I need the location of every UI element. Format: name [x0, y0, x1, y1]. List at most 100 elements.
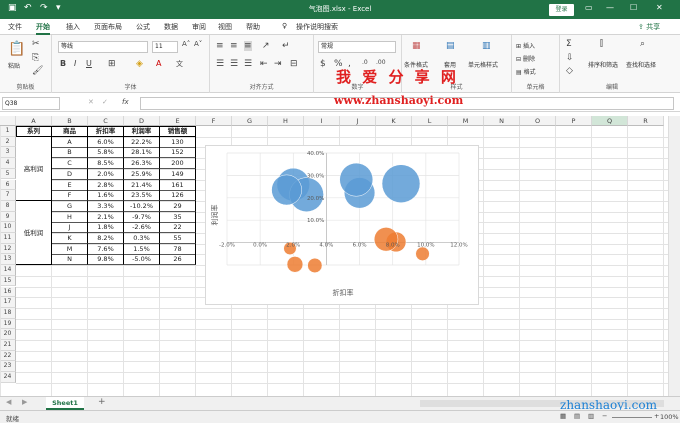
normal-view-icon[interactable]: ▦: [560, 412, 566, 420]
zoom-out-icon[interactable]: −: [602, 412, 607, 420]
table-cell[interactable]: -2.6%: [124, 222, 160, 234]
sort-filter-icon[interactable]: ⫿: [600, 39, 603, 49]
row-header[interactable]: 22: [0, 350, 16, 362]
format-table-icon[interactable]: ▤: [446, 41, 455, 51]
column-header[interactable]: L: [412, 116, 448, 126]
table-cell[interactable]: 26.3%: [124, 158, 160, 170]
table-cell[interactable]: -5.0%: [124, 254, 160, 266]
conditional-format-icon[interactable]: ▦: [412, 41, 421, 51]
table-cell[interactable]: 25.9%: [124, 168, 160, 180]
table-header-cell[interactable]: 销售额: [160, 126, 196, 137]
table-cell[interactable]: -10.2%: [124, 200, 160, 212]
ribbon-display-icon[interactable]: ▭: [585, 3, 593, 12]
decrease-indent-icon[interactable]: ⇤: [260, 59, 268, 69]
table-header-cell[interactable]: 折扣率: [88, 126, 124, 137]
delete-cells-button[interactable]: ⊟ 删除: [516, 54, 535, 63]
column-header[interactable]: C: [88, 116, 124, 126]
column-header[interactable]: P: [556, 116, 592, 126]
table-cell[interactable]: 3.3%: [88, 200, 124, 212]
paste-icon[interactable]: 📋: [8, 41, 25, 57]
table-cell[interactable]: 9.8%: [88, 254, 124, 266]
align-right-icon[interactable]: ☰: [244, 59, 252, 69]
column-header[interactable]: A: [16, 116, 52, 126]
table-cell[interactable]: A: [52, 136, 88, 148]
table-cell[interactable]: F: [52, 190, 88, 202]
enter-icon[interactable]: ✓: [102, 98, 108, 106]
table-cell[interactable]: 0.3%: [124, 233, 160, 244]
tab-review[interactable]: 审阅: [192, 22, 206, 32]
maximize-icon[interactable]: ☐: [630, 3, 637, 12]
table-cell[interactable]: 200: [160, 158, 196, 170]
table-cell[interactable]: 2.1%: [88, 211, 124, 223]
tab-insert[interactable]: 插入: [66, 22, 80, 32]
sheet-tab-sheet1[interactable]: Sheet1: [46, 397, 84, 410]
cut-icon[interactable]: ✂: [32, 39, 40, 49]
table-cell[interactable]: B: [52, 147, 88, 159]
font-size-select[interactable]: 11: [152, 41, 178, 53]
series-group-cell[interactable]: 高利润: [16, 136, 52, 201]
row-header[interactable]: 16: [0, 286, 16, 298]
table-header-cell[interactable]: 系列: [16, 126, 52, 137]
column-header[interactable]: O: [520, 116, 556, 126]
wrap-text-icon[interactable]: ↵: [282, 41, 290, 51]
column-header[interactable]: H: [268, 116, 304, 126]
find-select-button[interactable]: 查找和选择: [626, 60, 656, 69]
table-cell[interactable]: 23.5%: [124, 190, 160, 202]
tab-data[interactable]: 数据: [164, 22, 178, 32]
row-header[interactable]: 13: [0, 254, 16, 266]
row-header[interactable]: 15: [0, 275, 16, 287]
cancel-icon[interactable]: ✕: [88, 98, 94, 106]
column-header[interactable]: J: [340, 116, 376, 126]
table-cell[interactable]: 1.5%: [124, 243, 160, 255]
currency-icon[interactable]: $: [320, 59, 326, 69]
table-cell[interactable]: 2.8%: [88, 179, 124, 191]
table-cell[interactable]: 22.2%: [124, 136, 160, 148]
table-cell[interactable]: 21.4%: [124, 179, 160, 191]
column-header[interactable]: F: [196, 116, 232, 126]
merge-center-icon[interactable]: ⊟: [290, 59, 298, 69]
row-header[interactable]: 12: [0, 243, 16, 255]
insert-cells-button[interactable]: ⊞ 插入: [516, 41, 535, 50]
increase-decimal-icon[interactable]: .0: [362, 59, 368, 66]
clear-icon[interactable]: ◇: [566, 66, 573, 76]
table-cell[interactable]: H: [52, 211, 88, 223]
row-header[interactable]: 9: [0, 211, 16, 223]
table-cell[interactable]: 5.8%: [88, 147, 124, 159]
decrease-decimal-icon[interactable]: .00: [376, 59, 386, 66]
column-header[interactable]: I: [304, 116, 340, 126]
font-name-select[interactable]: 等线: [58, 41, 148, 53]
share-button[interactable]: ⇪ 共享: [638, 22, 660, 32]
zoom-slider[interactable]: [612, 417, 652, 418]
column-header[interactable]: E: [160, 116, 196, 126]
row-header[interactable]: 23: [0, 361, 16, 373]
column-header[interactable]: D: [124, 116, 160, 126]
page-break-view-icon[interactable]: ▥: [588, 412, 594, 420]
table-cell[interactable]: 130: [160, 136, 196, 148]
minimize-icon[interactable]: —: [606, 3, 614, 12]
table-cell[interactable]: E: [52, 179, 88, 191]
table-cell[interactable]: -9.7%: [124, 211, 160, 223]
bold-icon[interactable]: B: [60, 59, 66, 68]
table-cell[interactable]: 149: [160, 168, 196, 180]
italic-icon[interactable]: I: [74, 59, 76, 68]
table-cell[interactable]: 126: [160, 190, 196, 202]
table-cell[interactable]: D: [52, 168, 88, 180]
column-header[interactable]: M: [448, 116, 484, 126]
cell-styles-button[interactable]: 单元格样式: [468, 60, 498, 69]
align-bottom-icon[interactable]: ≡: [244, 41, 252, 51]
tab-view[interactable]: 视图: [218, 22, 232, 32]
tell-me-search[interactable]: 操作说明搜索: [296, 22, 338, 32]
phonetic-icon[interactable]: 文: [176, 59, 183, 69]
align-center-icon[interactable]: ☰: [230, 59, 238, 69]
table-cell[interactable]: 8.5%: [88, 158, 124, 170]
tab-formulas[interactable]: 公式: [136, 22, 150, 32]
format-painter-icon[interactable]: 🖌: [32, 66, 43, 76]
increase-indent-icon[interactable]: ⇥: [274, 59, 282, 69]
table-cell[interactable]: 8.2%: [88, 233, 124, 244]
align-left-icon[interactable]: ☰: [216, 59, 224, 69]
increase-font-icon[interactable]: A˄: [182, 40, 190, 48]
table-cell[interactable]: 29: [160, 200, 196, 212]
column-header[interactable]: N: [484, 116, 520, 126]
fill-color-icon[interactable]: ◈: [136, 59, 143, 69]
table-cell[interactable]: 152: [160, 147, 196, 159]
